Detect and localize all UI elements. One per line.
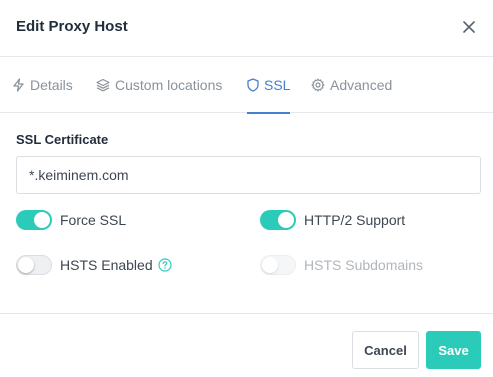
tab-ssl-label: SSL (264, 77, 291, 93)
tab-bar: Details Custom locations SSL Advanced (0, 57, 493, 114)
hsts-subdomains-label: HSTS Subdomains (304, 257, 424, 273)
modal-title: Edit Proxy Host (16, 18, 128, 35)
close-button[interactable] (459, 17, 479, 37)
http2-label: HTTP/2 Support (304, 212, 406, 228)
cancel-button[interactable]: Cancel (352, 331, 419, 369)
force-ssl-toggle[interactable]: Force SSL (16, 210, 126, 230)
hsts-label: HSTS Enabled (60, 257, 153, 273)
tab-advanced-label: Advanced (330, 77, 393, 93)
hsts-subdomains-toggle: HSTS Subdomains (260, 255, 423, 275)
modal-header: Edit Proxy Host (0, 0, 493, 57)
tab-ssl[interactable]: SSL (247, 57, 291, 114)
hsts-subdomains-switch (260, 255, 296, 275)
save-button[interactable]: Save (426, 331, 481, 369)
layers-icon (96, 78, 110, 92)
lightning-icon (13, 78, 24, 92)
modal-footer: Cancel Save (0, 313, 493, 377)
shield-icon (247, 78, 259, 92)
tab-custom-locations-label: Custom locations (115, 77, 223, 93)
tab-details[interactable]: Details (12, 57, 73, 113)
http2-toggle[interactable]: HTTP/2 Support (260, 210, 405, 230)
http2-switch[interactable] (260, 210, 296, 230)
hsts-toggle[interactable]: HSTS Enabled (16, 255, 172, 275)
force-ssl-label: Force SSL (60, 212, 127, 228)
hsts-switch[interactable] (16, 255, 52, 275)
tab-advanced[interactable]: Advanced (311, 57, 392, 113)
ssl-certificate-select[interactable] (16, 156, 481, 194)
force-ssl-switch[interactable] (16, 210, 52, 230)
close-icon (463, 21, 475, 33)
gear-icon (311, 78, 325, 92)
tab-custom-locations[interactable]: Custom locations (96, 57, 222, 113)
ssl-certificate-label: SSL Certificate (16, 132, 109, 147)
tab-details-label: Details (30, 77, 73, 93)
edit-proxy-host-modal: Edit Proxy Host Details Custom locations (0, 0, 493, 377)
help-icon[interactable] (158, 258, 172, 272)
